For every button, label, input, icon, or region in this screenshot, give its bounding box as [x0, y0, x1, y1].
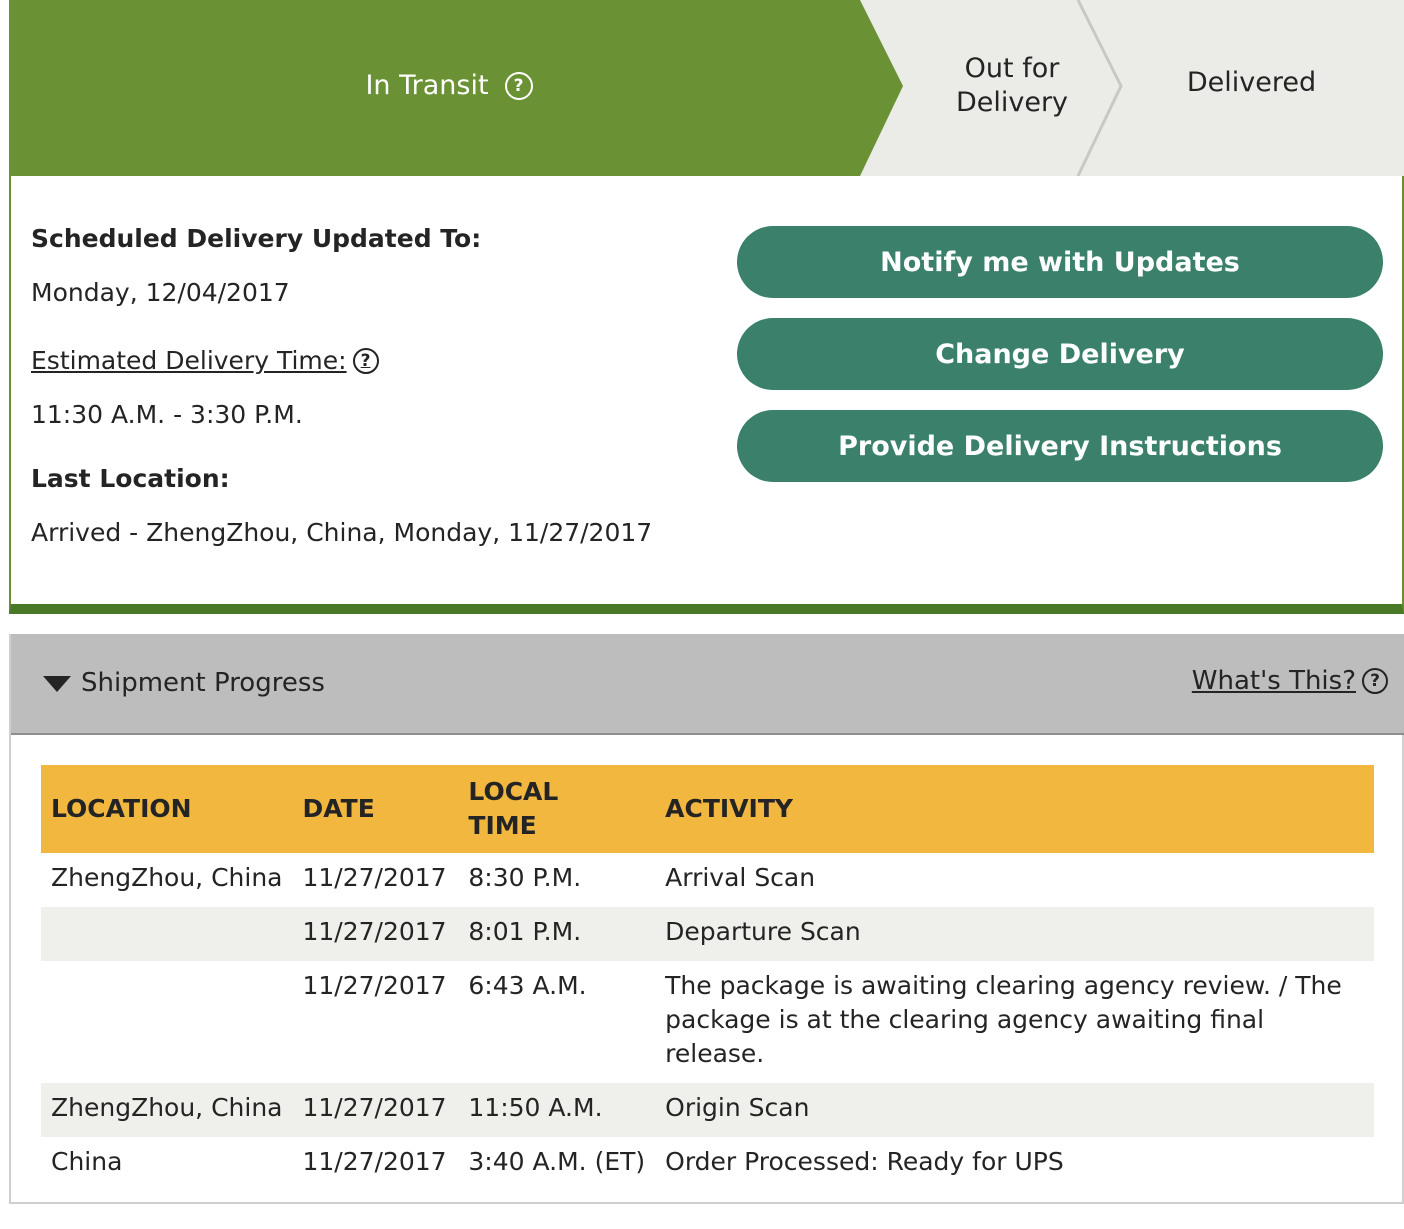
col-header-activity: ACTIVITY — [655, 765, 1374, 853]
step-in-transit-label: In Transit — [365, 70, 489, 101]
step-out-label-line1: Out for — [964, 53, 1060, 84]
cell-location: China — [51, 1147, 123, 1176]
cell-activity: Order Processed: Ready for UPS — [665, 1147, 1064, 1176]
last-location-label: Last Location: — [31, 464, 230, 493]
table-row: ZhengZhou, China 11/27/2017 8:30 P.M. Ar… — [41, 853, 1374, 907]
col-header-local-time-line1: LOCAL — [468, 777, 559, 806]
step-out-for-delivery: Out for Delivery — [907, 0, 1117, 172]
question-circle-icon[interactable]: ? — [504, 72, 533, 100]
cell-activity: Departure Scan — [655, 907, 1374, 961]
cell-date: 11/27/2017 — [292, 907, 459, 961]
estimated-delivery-time-label[interactable]: Estimated Delivery Time: — [31, 346, 347, 375]
scheduled-delivery-label: Scheduled Delivery Updated To: — [31, 224, 482, 253]
col-header-date: DATE — [292, 765, 459, 853]
notify-updates-button[interactable]: Notify me with Updates — [737, 226, 1383, 298]
step-delivered: Delivered — [1149, 0, 1354, 166]
cell-activity: Arrival Scan — [665, 863, 816, 892]
cell-time: 8:30 P.M. — [468, 863, 582, 892]
cell-location: ZhengZhou, China — [41, 1083, 293, 1137]
cell-location — [41, 907, 293, 961]
question-circle-icon[interactable]: ? — [1362, 668, 1388, 694]
shipment-progress-table: LOCATION DATE LOCAL TIME ACTIVITY ZhengZ… — [41, 765, 1374, 1191]
table-row: ZhengZhou, China 11/27/2017 11:50 A.M. O… — [41, 1083, 1374, 1137]
shipment-progress-header[interactable]: Shipment Progress What's This? ? — [11, 634, 1404, 735]
table-header-row: LOCATION DATE LOCAL TIME ACTIVITY — [41, 765, 1374, 853]
cell-date: 11/27/2017 — [302, 1147, 447, 1176]
table-row: China 11/27/2017 3:40 A.M. (ET) Order Pr… — [41, 1137, 1374, 1191]
last-location-value: Arrived - ZhengZhou, China, Monday, 11/2… — [31, 518, 653, 547]
table-row: 11/27/2017 6:43 A.M. The package is awai… — [41, 961, 1374, 1083]
estimated-delivery-time-value: 11:30 A.M. - 3:30 P.M. — [31, 400, 303, 429]
cell-activity: The package is awaiting clearing agency … — [665, 971, 1342, 1068]
col-header-local-time: LOCAL TIME — [458, 765, 656, 853]
cell-date: 11/27/2017 — [292, 1083, 459, 1137]
triangle-down-icon[interactable] — [43, 676, 71, 692]
cell-time: 8:01 P.M. — [458, 907, 656, 961]
whats-this-label[interactable]: What's This? — [1192, 666, 1356, 696]
delivery-instructions-button[interactable]: Provide Delivery Instructions — [737, 410, 1383, 482]
step-out-label-line2: Delivery — [955, 87, 1069, 118]
step-delivered-label: Delivered — [1186, 67, 1317, 98]
cell-location: ZhengZhou, China — [51, 863, 283, 892]
table-row: 11/27/2017 8:01 P.M. Departure Scan — [41, 907, 1374, 961]
col-header-location: LOCATION — [41, 765, 293, 853]
shipment-progress-section: Shipment Progress What's This? ? LOCATIO… — [9, 634, 1404, 1204]
delivery-progress-tracker: In Transit ? Out for Delivery Delivered — [9, 0, 1404, 176]
col-header-local-time-line2: TIME — [468, 811, 537, 840]
estimated-delivery-time-link[interactable]: Estimated Delivery Time: ? — [31, 346, 379, 375]
step-in-transit: In Transit ? — [9, 0, 889, 172]
scheduled-delivery-value: Monday, 12/04/2017 — [31, 278, 290, 307]
cell-activity: Origin Scan — [655, 1083, 1374, 1137]
cell-location — [41, 961, 292, 1083]
whats-this-link[interactable]: What's This? ? — [1192, 666, 1388, 696]
cell-time: 6:43 A.M. — [468, 971, 587, 1000]
cell-date: 11/27/2017 — [302, 971, 447, 1000]
cell-date: 11/27/2017 — [302, 863, 447, 892]
cell-time: 11:50 A.M. — [458, 1083, 656, 1137]
question-circle-icon[interactable]: ? — [352, 347, 379, 374]
change-delivery-button[interactable]: Change Delivery — [737, 318, 1383, 390]
cell-time: 3:40 A.M. (ET) — [468, 1147, 646, 1176]
delivery-summary-card: Scheduled Delivery Updated To: Monday, 1… — [9, 176, 1404, 614]
shipment-progress-title[interactable]: Shipment Progress — [81, 668, 325, 698]
